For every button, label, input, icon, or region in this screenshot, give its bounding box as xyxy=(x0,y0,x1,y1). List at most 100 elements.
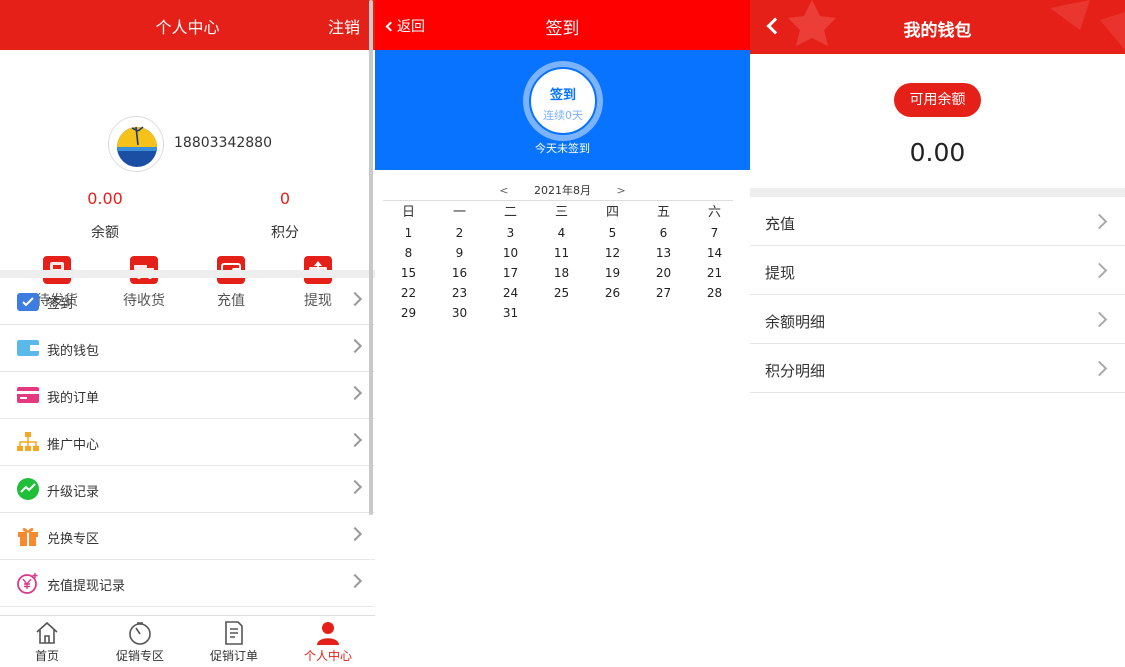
calendar-day[interactable]: 29 xyxy=(383,306,434,326)
weekday-label: 三 xyxy=(554,205,568,220)
calendar-day[interactable]: 12 xyxy=(587,246,638,266)
weekday-label: 二 xyxy=(503,205,517,220)
gift-icon xyxy=(16,525,40,547)
chevron-right-icon xyxy=(347,338,363,354)
calendar-day[interactable]: 21 xyxy=(689,266,740,286)
week-row: 1 2 3 4 5 6 7 xyxy=(383,226,741,246)
tab-label: 个人中心 xyxy=(303,649,352,663)
bottom-tab-bar: 首页 促销专区 促销订单 个人中心 xyxy=(0,615,375,667)
weekday-label: 四 xyxy=(605,205,619,220)
logout-button[interactable]: 注销 xyxy=(328,14,360,38)
menu-label: 兑换专区 xyxy=(47,532,100,547)
calendar-day[interactable]: 10 xyxy=(485,246,536,266)
calendar-day[interactable]: 20 xyxy=(638,266,689,286)
signin-button[interactable]: 签到 连续0天 xyxy=(523,61,603,141)
menu-item-exchange[interactable]: 兑换专区 xyxy=(0,513,375,560)
calendar-day[interactable]: 9 xyxy=(434,246,485,266)
calendar-day[interactable]: 5 xyxy=(587,226,638,246)
calendar-day[interactable]: 30 xyxy=(434,306,485,326)
wallet-item-label: 积分明细 xyxy=(765,362,826,380)
weekday-label: 六 xyxy=(707,205,721,220)
menu-item-wallet[interactable]: 我的钱包 xyxy=(0,325,375,372)
menu-item-signin[interactable]: 签到 xyxy=(0,278,375,325)
calendar-day[interactable]: 25 xyxy=(536,286,587,306)
wallet-item-withdraw[interactable]: 提现 xyxy=(750,246,1125,295)
balance-stat[interactable]: 0.00 余额 xyxy=(55,189,155,242)
calendar-day[interactable]: 28 xyxy=(689,286,740,306)
prev-month-button[interactable]: < xyxy=(477,184,530,197)
wallet-item-recharge[interactable]: 充值 xyxy=(750,197,1125,246)
tab-home[interactable]: 首页 xyxy=(2,620,92,664)
home-icon xyxy=(34,620,60,646)
wallet-screen: 我的钱包 可用余额 0.00 充值 提现 余额明细 积分明细 xyxy=(750,0,1125,667)
menu-item-orders[interactable]: 我的订单 xyxy=(0,372,375,419)
signin-screen: 返回 签到 签到 连续0天 今天未签到 < 2021年8月 > 日 一 二 三 … xyxy=(375,0,750,667)
chevron-right-icon xyxy=(1091,262,1108,279)
calendar-grid: 日 一 二 三 四 五 六 1 2 3 4 5 6 7 8 9 10 11 12… xyxy=(383,206,741,326)
menu-label: 充值提现记录 xyxy=(47,579,126,594)
wallet-icon xyxy=(16,337,40,359)
profile-menu: 签到 我的钱包 我的订单 推广中心 升级记录 兑换专区 充值提现记录 xyxy=(0,278,375,607)
trend-icon xyxy=(16,478,40,500)
chevron-right-icon xyxy=(1091,213,1108,230)
calendar-day[interactable]: 3 xyxy=(485,226,536,246)
avatar[interactable] xyxy=(108,116,164,172)
user-icon xyxy=(315,620,341,646)
calendar-divider xyxy=(383,200,733,201)
tab-label: 首页 xyxy=(34,649,59,663)
calendar-check-icon xyxy=(16,290,40,312)
calendar-day[interactable]: 31 xyxy=(485,306,536,326)
week-row: 8 9 10 11 12 13 14 xyxy=(383,246,741,266)
calendar-day[interactable]: 17 xyxy=(485,266,536,286)
calendar-day[interactable]: 11 xyxy=(536,246,587,266)
balance-label: 余额 xyxy=(91,225,119,241)
weekday-label: 日 xyxy=(401,205,415,220)
calendar-day[interactable]: 19 xyxy=(587,266,638,286)
yen-coin-icon xyxy=(16,572,40,594)
calendar-day[interactable]: 13 xyxy=(638,246,689,266)
calendar-day xyxy=(587,306,638,326)
calendar-day[interactable]: 2 xyxy=(434,226,485,246)
calendar-day[interactable]: 18 xyxy=(536,266,587,286)
menu-label: 推广中心 xyxy=(47,438,100,453)
menu-item-promotion[interactable]: 推广中心 xyxy=(0,419,375,466)
tab-promo-orders[interactable]: 促销订单 xyxy=(189,620,279,664)
calendar-day[interactable]: 14 xyxy=(689,246,740,266)
chevron-right-icon xyxy=(347,385,363,401)
calendar-day[interactable]: 23 xyxy=(434,286,485,306)
week-row: 29 30 31 xyxy=(383,306,741,326)
signin-panel: 签到 连续0天 今天未签到 xyxy=(375,50,750,170)
weekday-row: 日 一 二 三 四 五 六 xyxy=(383,206,741,226)
scrollbar[interactable] xyxy=(369,0,373,515)
calendar-day[interactable]: 4 xyxy=(536,226,587,246)
calendar-day[interactable]: 7 xyxy=(689,226,740,246)
points-label: 积分 xyxy=(271,225,299,241)
calendar-day[interactable]: 1 xyxy=(383,226,434,246)
menu-item-recharge-withdraw-log[interactable]: 充值提现记录 xyxy=(0,560,375,607)
calendar-day[interactable]: 26 xyxy=(587,286,638,306)
phone-number: 18803342880 xyxy=(174,135,272,151)
next-month-button[interactable]: > xyxy=(595,184,648,197)
chevron-right-icon xyxy=(347,479,363,495)
menu-label: 我的钱包 xyxy=(47,344,100,359)
calendar-day[interactable]: 16 xyxy=(434,266,485,286)
calendar-day[interactable]: 6 xyxy=(638,226,689,246)
tab-promotion[interactable]: 促销专区 xyxy=(95,620,185,664)
menu-item-upgrade-log[interactable]: 升级记录 xyxy=(0,466,375,513)
calendar-day[interactable]: 27 xyxy=(638,286,689,306)
calendar-day[interactable]: 22 xyxy=(383,286,434,306)
signin-button-face: 签到 连续0天 xyxy=(529,67,597,135)
calendar-day xyxy=(638,306,689,326)
wallet-item-points-detail[interactable]: 积分明细 xyxy=(750,344,1125,393)
points-stat[interactable]: 0 积分 xyxy=(235,189,335,242)
wallet-item-balance-detail[interactable]: 余额明细 xyxy=(750,295,1125,344)
chevron-right-icon xyxy=(347,573,363,589)
page-title: 我的钱包 xyxy=(903,21,972,41)
tab-profile[interactable]: 个人中心 xyxy=(283,620,373,664)
calendar-day[interactable]: 24 xyxy=(485,286,536,306)
calendar-day[interactable]: 15 xyxy=(383,266,434,286)
calendar-day[interactable]: 8 xyxy=(383,246,434,266)
calendar-nav: < 2021年8月 > xyxy=(375,182,750,198)
section-divider xyxy=(0,270,375,278)
chevron-right-icon xyxy=(1091,311,1108,328)
